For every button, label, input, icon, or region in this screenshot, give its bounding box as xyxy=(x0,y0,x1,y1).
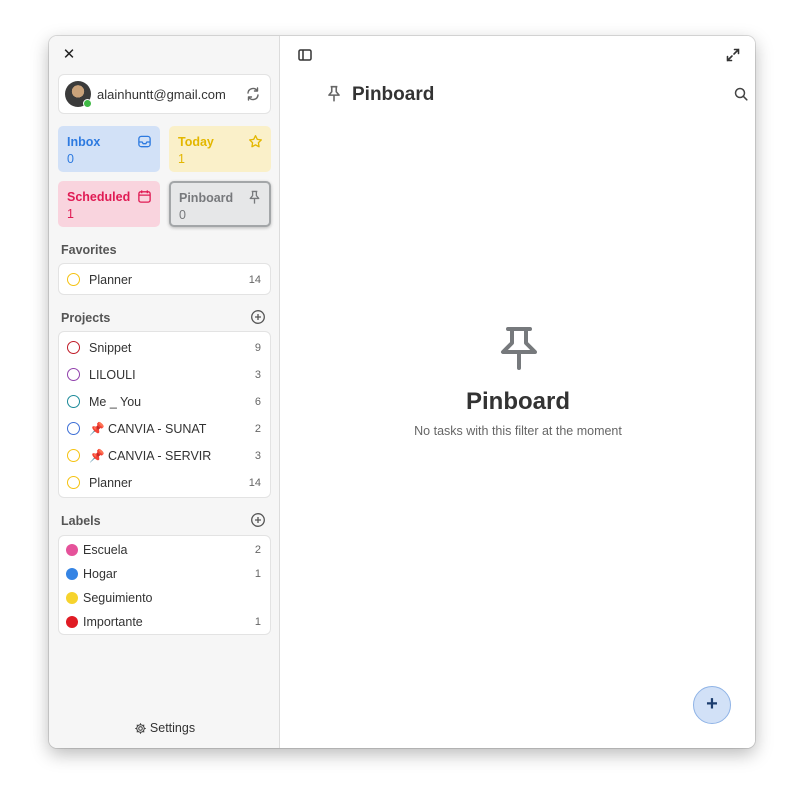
label-color-dot xyxy=(66,616,78,628)
project-ring-icon xyxy=(67,368,80,381)
project-item-count: 3 xyxy=(254,450,261,462)
favorites-header: Favorites xyxy=(61,243,117,257)
gear-icon xyxy=(135,723,146,734)
filter-today-label: Today xyxy=(178,135,214,149)
label-item-count: 2 xyxy=(254,544,261,556)
label-color-dot xyxy=(66,568,78,580)
label-item-count: 1 xyxy=(254,568,261,580)
filter-today[interactable]: Today 1 xyxy=(169,126,271,172)
fullscreen-icon[interactable] xyxy=(725,47,741,63)
project-ring-icon xyxy=(67,449,80,462)
filter-pinboard[interactable]: Pinboard 0 xyxy=(169,181,271,227)
search-icon[interactable] xyxy=(733,86,749,102)
favorite-item-label: Planner xyxy=(89,273,133,287)
pin-icon xyxy=(328,85,340,102)
filter-today-count: 1 xyxy=(178,152,185,166)
project-item[interactable]: Planner 14 xyxy=(59,469,270,496)
star-icon xyxy=(249,135,262,148)
project-ring-icon xyxy=(67,395,80,408)
filter-inbox-label: Inbox xyxy=(67,135,101,149)
project-item-label: Snippet xyxy=(89,341,132,355)
calendar-icon xyxy=(138,190,151,203)
app-window: ✕ alainhuntt@gmail.com Inbox 0 Today 1 S… xyxy=(49,36,755,748)
add-label-icon[interactable] xyxy=(250,512,266,528)
favorites-list: Planner 14 xyxy=(58,263,271,295)
account-row[interactable]: alainhuntt@gmail.com xyxy=(58,74,271,114)
project-item-count: 9 xyxy=(254,342,261,354)
project-item-label: Me _ You xyxy=(89,395,142,409)
project-item[interactable]: Me _ You 6 xyxy=(59,388,270,415)
project-item[interactable]: 📌 CANVIA - SERVIR 3 xyxy=(59,442,270,469)
project-item-label: LILOULI xyxy=(89,368,136,382)
project-item-count: 14 xyxy=(248,477,261,489)
label-item-label: Importante xyxy=(83,615,143,629)
settings-button[interactable]: Settings xyxy=(49,721,280,735)
projects-list: Snippet 9 LILOULI 3 Me _ You 6 📌 CANVIA … xyxy=(58,331,271,498)
label-color-dot xyxy=(66,544,78,556)
filter-scheduled-count: 1 xyxy=(67,207,74,221)
labels-header: Labels xyxy=(61,514,101,528)
add-project-icon[interactable] xyxy=(250,309,266,325)
project-item-count: 3 xyxy=(254,369,261,381)
projects-header: Projects xyxy=(61,311,111,325)
sidebar: ✕ alainhuntt@gmail.com Inbox 0 Today 1 S… xyxy=(49,36,280,748)
page-title: Pinboard xyxy=(352,84,435,105)
account-email: alainhuntt@gmail.com xyxy=(97,87,226,102)
project-ring-icon xyxy=(67,273,80,286)
project-item-count: 6 xyxy=(254,396,261,408)
filter-pinboard-count: 0 xyxy=(179,208,186,222)
label-item-label: Escuela xyxy=(83,543,128,557)
label-item-label: Seguimiento xyxy=(83,591,153,605)
online-status-dot xyxy=(83,99,92,108)
filter-inbox[interactable]: Inbox 0 xyxy=(58,126,160,172)
filter-scheduled-label: Scheduled xyxy=(67,190,131,204)
project-ring-icon xyxy=(67,341,80,354)
project-item-label: Planner xyxy=(89,476,133,490)
label-item-count: 1 xyxy=(254,616,261,628)
pin-icon xyxy=(249,190,260,204)
main-content: Pinboard Pinboard No tasks with this fil… xyxy=(281,36,755,748)
filter-inbox-count: 0 xyxy=(67,152,74,166)
project-item[interactable]: LILOULI 3 xyxy=(59,361,270,388)
sidebar-toggle-icon[interactable] xyxy=(297,47,313,63)
label-color-dot xyxy=(66,592,78,604)
project-ring-icon xyxy=(67,422,80,435)
settings-label: Settings xyxy=(149,721,196,735)
project-item-label: 📌 CANVIA - SERVIR xyxy=(89,449,212,463)
favorite-item[interactable]: Planner 14 xyxy=(59,266,270,293)
label-item[interactable]: Escuela 2 xyxy=(59,537,270,561)
empty-state-subtitle: No tasks with this filter at the moment xyxy=(414,424,622,438)
favorite-item-count: 14 xyxy=(248,274,261,286)
filter-pinboard-label: Pinboard xyxy=(179,191,234,205)
sync-icon[interactable] xyxy=(245,86,261,102)
project-item[interactable]: Snippet 9 xyxy=(59,334,270,361)
pin-icon xyxy=(501,327,537,370)
project-item-count: 2 xyxy=(254,423,261,435)
label-item[interactable]: Hogar 1 xyxy=(59,561,270,585)
empty-state-title: Pinboard xyxy=(465,388,570,415)
close-icon[interactable]: ✕ xyxy=(61,47,77,63)
label-item[interactable]: Importante 1 xyxy=(59,609,270,633)
label-item-label: Hogar xyxy=(83,567,118,581)
project-ring-icon xyxy=(67,476,80,489)
add-task-button[interactable]: + xyxy=(693,686,731,724)
project-item[interactable]: 📌 CANVIA - SUNAT 2 xyxy=(59,415,270,442)
filter-scheduled[interactable]: Scheduled 1 xyxy=(58,181,160,227)
labels-list: Escuela 2 Hogar 1 Seguimiento Importante… xyxy=(58,535,271,635)
project-item-label: 📌 CANVIA - SUNAT xyxy=(89,422,207,436)
label-item[interactable]: Seguimiento xyxy=(59,585,270,609)
inbox-tray-icon xyxy=(138,135,151,148)
